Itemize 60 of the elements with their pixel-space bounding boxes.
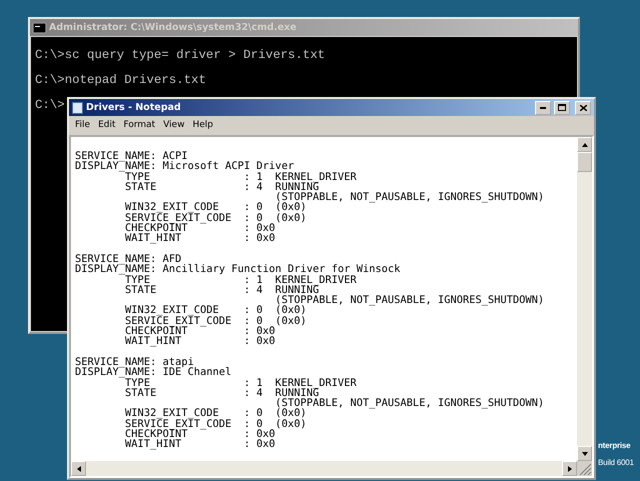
maximize-button[interactable]: [554, 100, 570, 114]
scroll-down-button[interactable]: [577, 446, 592, 461]
text-line: SERVICE_NAME: AFD: [75, 254, 182, 264]
text-line: WAIT_HINT : 0x0: [124, 233, 276, 244]
text-line: DISPLAY_NAME: Microsoft ACPI Driver: [75, 161, 294, 172]
text-line: WIN32_EXIT_CODE : 0 (0x0): [124, 202, 306, 213]
console-icon: [33, 22, 46, 32]
menu-item[interactable]: Edit: [94, 120, 120, 130]
text-line: (STOPPABLE, NOT_PAUSABLE, IGNORES_SHUTDOWN): [274, 398, 546, 408]
text-line: WIN32_EXIT_CODE : 0 (0x0): [124, 305, 306, 316]
text-line: CHECKPOINT : 0x0: [124, 429, 276, 440]
maximize-icon: [558, 104, 566, 111]
text-line: CHECKPOINT : 0x0: [124, 223, 276, 234]
text-line: WIN32_EXIT_CODE : 0 (0x0): [124, 408, 306, 419]
text-line: (STOPPABLE, NOT_PAUSABLE, IGNORES_SHUTDOWN): [274, 295, 546, 306]
size-grip-icon[interactable]: [577, 461, 592, 476]
menu-item[interactable]: File: [71, 120, 94, 130]
close-button[interactable]: [575, 100, 591, 114]
text-line: WAIT_HINT : 0x0: [124, 439, 276, 450]
text-line: SERVICE_EXIT_CODE : 0 (0x0): [124, 418, 308, 430]
window-title: Drivers - Notepad: [86, 102, 182, 113]
window-title: Administrator: C:\Windows\system32\cmd.exe: [49, 22, 298, 33]
text-line: WAIT_HINT : 0x0: [124, 336, 276, 347]
text-line: TYPE : 1 KERNEL_DRIVER: [125, 172, 358, 182]
console-line: C:\>notepad Drivers.txt: [35, 74, 206, 87]
text-line: TYPE : 1 KERNEL_DRIVER: [125, 378, 358, 388]
text-line: STATE : 4 RUNNING: [124, 182, 319, 192]
vertical-scrollbar[interactable]: [577, 137, 592, 461]
desktop-text: Build 6001: [598, 458, 634, 467]
left-arrow-icon: [76, 466, 80, 472]
scroll-thumb[interactable]: [577, 152, 592, 172]
menu-item[interactable]: Help: [188, 120, 218, 130]
scroll-right-button[interactable]: [562, 461, 577, 476]
text-line: STATE : 4 RUNNING: [124, 388, 319, 398]
desktop-text: nterprise: [598, 441, 630, 450]
text-line: DISPLAY_NAME: Ancilliary Function Driver for Winsock: [75, 264, 402, 275]
text-area[interactable]: [71, 137, 577, 461]
menu-item[interactable]: Format: [120, 120, 160, 130]
text-line: SERVICE_EXIT_CODE : 0 (0x0): [124, 212, 308, 224]
console-line: C:\>: [35, 99, 65, 112]
console-line: C:\>sc query type= driver > Drivers.txt: [35, 49, 325, 62]
minimize-icon: [540, 106, 546, 108]
up-arrow-icon: [582, 142, 588, 146]
down-arrow-icon: [582, 452, 588, 456]
scroll-left-button[interactable]: [71, 461, 86, 476]
menu-item[interactable]: View: [159, 120, 189, 130]
scroll-up-button[interactable]: [577, 137, 592, 152]
right-arrow-icon: [568, 466, 572, 472]
text-line: SERVICE_NAME: ACPI: [75, 151, 188, 162]
horizontal-scrollbar[interactable]: [71, 461, 577, 476]
text-line: SERVICE_NAME: atapi: [75, 356, 194, 368]
text-line: TYPE : 1 KERNEL_DRIVER: [125, 274, 358, 285]
text-line: STATE : 4 RUNNING: [124, 284, 319, 296]
text-line: (STOPPABLE, NOT_PAUSABLE, IGNORES_SHUTDOWN): [274, 192, 546, 202]
text-line: DISPLAY_NAME: IDE Channel: [75, 367, 232, 378]
close-icon: [580, 104, 586, 110]
text-line: SERVICE_EXIT_CODE : 0 (0x0): [124, 316, 308, 326]
notepad-icon: [72, 102, 83, 114]
minimize-button[interactable]: [535, 100, 551, 114]
text-line: CHECKPOINT : 0x0: [124, 326, 276, 336]
